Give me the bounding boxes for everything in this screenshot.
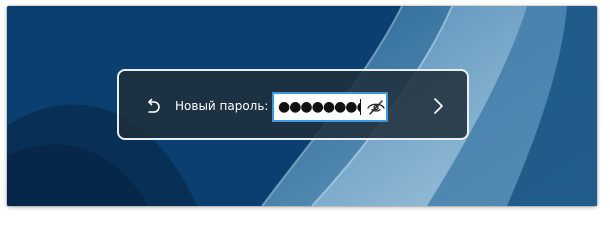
password-change-dialog: Новый пароль: bbox=[117, 69, 469, 140]
new-password-field[interactable] bbox=[272, 92, 388, 122]
reveal-password-button[interactable] bbox=[366, 97, 386, 117]
submit-button[interactable] bbox=[430, 96, 446, 116]
back-arrow-icon bbox=[148, 98, 160, 113]
text-caret bbox=[360, 99, 361, 115]
eye-slash-icon bbox=[367, 100, 385, 115]
new-password-input[interactable] bbox=[278, 98, 360, 116]
new-password-label: Новый пароль: bbox=[175, 99, 269, 113]
back-button[interactable] bbox=[143, 97, 163, 117]
lock-screen: Новый пароль: bbox=[7, 6, 597, 206]
chevron-right-icon bbox=[434, 98, 443, 114]
